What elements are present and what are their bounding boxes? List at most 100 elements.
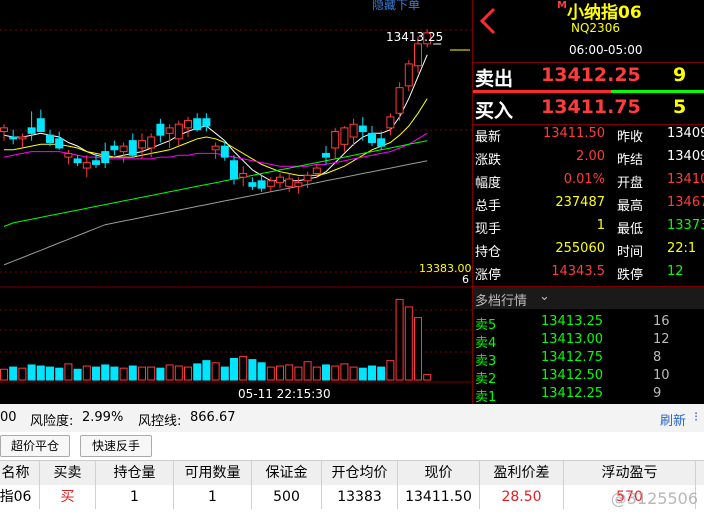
stat-value: 14343.5: [551, 264, 605, 279]
column-header[interactable]: 买卖: [40, 461, 96, 485]
volume-bar: [230, 358, 238, 381]
contract-prefix: M: [557, 0, 567, 11]
stat-value: 1: [596, 218, 605, 233]
candle-body: [331, 131, 340, 149]
stat-value: 13409: [667, 149, 704, 164]
ask-bid-ratio-bar: [473, 90, 704, 93]
depth-qty: 10: [653, 368, 670, 383]
volume-bar: [55, 367, 64, 381]
account-bar: 00 风险度: 2.99% 风控线: 866.67 刷新 ⁝: [0, 404, 704, 433]
stat-value: 13467: [667, 195, 704, 210]
trade-panel: 00 风险度: 2.99% 风控线: 866.67 刷新 ⁝ 超价平仓 快速反手…: [0, 404, 704, 520]
volume-bar: [220, 366, 229, 381]
table-cell: 指06: [0, 485, 40, 509]
volume-bar: [184, 366, 192, 381]
volume-bar: [322, 364, 330, 381]
close-at-market-button[interactable]: 超价平仓: [0, 435, 70, 457]
position-row[interactable]: 指06 买 1 1 500 13383 13411.50 28.50 570: [0, 485, 704, 509]
candle-body: [276, 176, 284, 184]
risk-label: 风险度:: [30, 414, 74, 429]
ask-label: 卖出: [475, 68, 514, 90]
candle-body: [257, 180, 266, 189]
column-header[interactable]: 可用数量: [174, 461, 252, 485]
depth-row[interactable]: 卖5 13413.25 16: [473, 313, 704, 333]
volume-bar: [46, 366, 54, 381]
depth-header[interactable]: 多档行情 ⌄: [473, 287, 704, 309]
stat-label: 持仓: [475, 245, 502, 260]
stat-label: 最高: [617, 199, 644, 214]
depth-label: 卖1: [475, 390, 497, 405]
depth-title: 多档行情: [475, 294, 528, 309]
bid-price[interactable]: 13411.75: [541, 96, 641, 118]
candle-body: [294, 182, 303, 187]
depth-qty: 12: [653, 332, 670, 347]
candle-body: [174, 123, 183, 140]
volume-bar: [285, 364, 294, 381]
candle-body: [128, 140, 137, 156]
candle-body: [156, 123, 165, 136]
table-cell: 买: [40, 485, 96, 509]
volume-bar: [64, 363, 73, 381]
candle-body: [202, 118, 211, 127]
volume-bar: [276, 365, 284, 381]
candle-body: [303, 174, 312, 182]
volume-bar: [128, 365, 137, 381]
candle-body: [340, 127, 349, 145]
depth-price: 13413.25: [541, 314, 604, 329]
ask-price[interactable]: 13412.25: [541, 64, 641, 86]
column-header[interactable]: 保证金: [252, 461, 322, 485]
depth-row[interactable]: 卖4 13413.00 12: [473, 331, 704, 351]
kline-chart-panel[interactable]: 隐藏下单 13413.25 13383.00 6 05-11 22:15:30: [0, 0, 472, 404]
bid-quantity: 5: [673, 96, 687, 118]
volume-bar: [266, 366, 275, 381]
stat-label: 涨跌: [475, 153, 502, 168]
volume-bar: [9, 366, 18, 381]
volume-bar: [101, 364, 110, 381]
candle-body: [266, 180, 275, 187]
column-header[interactable]: 盈利价差: [480, 461, 564, 485]
volume-bar: [27, 364, 36, 381]
depth-row[interactable]: 卖1 13412.25 9: [473, 385, 704, 405]
depth-row[interactable]: 卖2 13412.50 10: [473, 367, 704, 387]
candle-body: [9, 136, 18, 140]
contract-title: 小纳指06: [567, 3, 642, 23]
column-header[interactable]: 浮动盈亏: [564, 461, 696, 485]
refresh-button[interactable]: 刷新: [660, 410, 686, 429]
volume-bar: [202, 360, 211, 381]
volume-bar: [404, 306, 413, 381]
action-bar: 超价平仓 快速反手: [0, 432, 704, 460]
volume-bar: [368, 365, 376, 381]
candle-body: [322, 152, 330, 158]
quote-panel: M 小纳指06 NQ2306 06:00-05:00 卖出 13412.25 9…: [472, 0, 704, 405]
column-header[interactable]: 现价: [398, 461, 480, 485]
volume-bar: [312, 366, 321, 381]
stat-label: 最新: [475, 130, 502, 145]
column-header[interactable]: 开仓均价: [322, 461, 398, 485]
chevron-left-icon[interactable]: [477, 6, 499, 40]
candle-body: [64, 152, 73, 158]
volume-bar: [82, 365, 91, 381]
moving-average-line: [3, 54, 428, 182]
volume-bar: [239, 355, 248, 381]
column-header[interactable]: 持仓量: [96, 461, 174, 485]
candle-body: [184, 120, 192, 129]
stat-label: 总手: [475, 199, 502, 214]
control-line-value: 866.67: [190, 410, 236, 425]
candle-body: [414, 43, 422, 67]
more-icon[interactable]: ⁝: [694, 410, 698, 425]
candle-body: [55, 138, 64, 149]
depth-qty: 16: [653, 314, 670, 329]
volume-bar: [147, 366, 156, 381]
volume-bar: [193, 363, 202, 381]
hide-order-button[interactable]: 隐藏下单: [372, 0, 420, 13]
candle-body: [119, 145, 128, 153]
column-header[interactable]: 名称: [0, 461, 40, 485]
kline-chart[interactable]: [0, 0, 472, 404]
candle-body: [386, 116, 395, 129]
volume-bar: [331, 365, 340, 381]
depth-row[interactable]: 卖3 13412.75 8: [473, 349, 704, 369]
quick-reverse-button[interactable]: 快速反手: [80, 435, 152, 457]
candle-body: [248, 182, 257, 187]
double-chevron-down-icon[interactable]: ⌄: [539, 289, 550, 304]
candle-body: [27, 127, 36, 134]
